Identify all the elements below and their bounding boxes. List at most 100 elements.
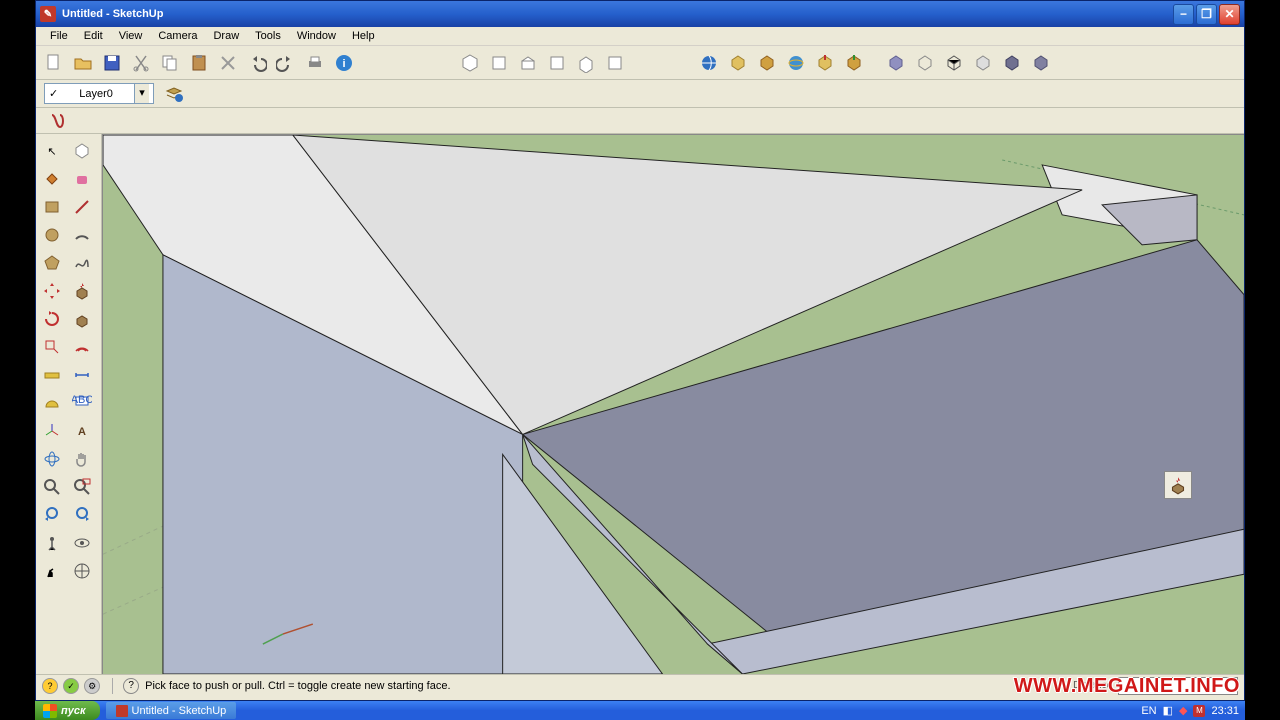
axes-tool[interactable] (38, 418, 66, 444)
delete-button[interactable] (214, 49, 242, 77)
menu-window[interactable]: Window (289, 28, 344, 44)
status-icon-2[interactable]: ✓ (63, 678, 79, 694)
menu-draw[interactable]: Draw (205, 28, 247, 44)
walk-tool[interactable] (38, 558, 66, 584)
model-canvas (103, 135, 1244, 674)
wireframe-button[interactable] (940, 49, 968, 77)
select-tool[interactable]: ↖ (38, 138, 66, 164)
place-model-button[interactable] (811, 49, 839, 77)
pushpull-tool[interactable] (68, 278, 96, 304)
previous-view-tool[interactable] (38, 502, 66, 528)
polygon-tool[interactable] (38, 250, 66, 276)
start-button[interactable]: пуск (35, 701, 100, 720)
app-window: ✎ Untitled - SketchUp − ❐ ✕ File Edit Vi… (35, 0, 1245, 701)
front-view-button[interactable] (485, 49, 513, 77)
top-view-button[interactable] (514, 49, 542, 77)
shaded-button[interactable] (998, 49, 1026, 77)
maximize-button[interactable]: ❐ (1196, 4, 1217, 25)
taskbar-app-icon (116, 705, 128, 717)
right-view-button[interactable] (543, 49, 571, 77)
print-button[interactable] (301, 49, 329, 77)
zoom-window-tool[interactable] (68, 474, 96, 500)
taskbar-app-item[interactable]: Untitled - SketchUp (106, 702, 237, 719)
look-around-tool[interactable] (68, 530, 96, 556)
undo-button[interactable] (243, 49, 271, 77)
next-view-tool[interactable] (68, 502, 96, 528)
tray-icon-2[interactable]: ◆ (1179, 704, 1187, 717)
layer-dropdown[interactable]: ✓ Layer0 ▾ (44, 83, 154, 104)
menu-tools[interactable]: Tools (247, 28, 289, 44)
plugin-button[interactable] (44, 107, 72, 135)
drawing-toolbar: ↖ ABC A (36, 134, 102, 674)
help-hint-icon[interactable]: ? (123, 678, 139, 694)
3dtext-tool[interactable]: A (68, 418, 96, 444)
arc-tool[interactable] (68, 222, 96, 248)
standard-toolbar: i (36, 46, 1244, 80)
titlebar: ✎ Untitled - SketchUp − ❐ ✕ (36, 1, 1244, 27)
followme-tool[interactable] (68, 306, 96, 332)
save-file-button[interactable] (98, 49, 126, 77)
scale-tool[interactable] (38, 334, 66, 360)
iso-view-button[interactable] (456, 49, 484, 77)
menu-edit[interactable]: Edit (76, 28, 111, 44)
move-tool[interactable] (38, 278, 66, 304)
shaded-textures-button[interactable] (1027, 49, 1055, 77)
system-tray: EN ◧ ◆ M 23:31 (1135, 704, 1245, 717)
offset-tool[interactable] (68, 334, 96, 360)
paste-button[interactable] (185, 49, 213, 77)
orbit-tool[interactable] (38, 446, 66, 472)
rotate-tool[interactable] (38, 306, 66, 332)
google-earth-button[interactable] (782, 49, 810, 77)
protractor-tool[interactable] (38, 390, 66, 416)
menubar: File Edit View Camera Draw Tools Window … (36, 27, 1244, 46)
left-view-button[interactable] (601, 49, 629, 77)
back-view-button[interactable] (572, 49, 600, 77)
copy-button[interactable] (156, 49, 184, 77)
freehand-tool[interactable] (68, 250, 96, 276)
preview-ge-button[interactable] (840, 49, 868, 77)
model-info-button[interactable]: i (330, 49, 358, 77)
plugins-toolbar (36, 108, 1244, 134)
layer-manager-button[interactable] (160, 80, 188, 108)
taskbar-app-label: Untitled - SketchUp (132, 705, 227, 717)
menu-view[interactable]: View (111, 28, 151, 44)
text-tool[interactable]: ABC (68, 390, 96, 416)
eraser-tool[interactable] (68, 166, 96, 192)
menu-camera[interactable]: Camera (150, 28, 205, 44)
zoom-tool[interactable] (38, 474, 66, 500)
get-models-button[interactable] (695, 49, 723, 77)
status-icon-1[interactable]: ? (42, 678, 58, 694)
tray-icon-3[interactable]: M (1193, 705, 1205, 717)
dimension-tool[interactable] (68, 362, 96, 388)
pan-tool[interactable] (68, 446, 96, 472)
svg-text:i: i (342, 58, 345, 70)
share-model-button[interactable] (724, 49, 752, 77)
tray-icon-1[interactable]: ◧ (1163, 704, 1173, 717)
rectangle-tool[interactable] (38, 194, 66, 220)
circle-tool[interactable] (38, 222, 66, 248)
svg-text:ABC: ABC (72, 394, 92, 406)
status-icon-3[interactable]: ⚙ (84, 678, 100, 694)
minimize-button[interactable]: − (1173, 4, 1194, 25)
paint-bucket-tool[interactable] (38, 166, 66, 192)
new-file-button[interactable] (40, 49, 68, 77)
cut-button[interactable] (127, 49, 155, 77)
hidden-line-button[interactable] (969, 49, 997, 77)
line-tool[interactable] (68, 194, 96, 220)
make-component-tool[interactable] (68, 138, 96, 164)
close-button[interactable]: ✕ (1219, 4, 1240, 25)
menu-file[interactable]: File (42, 28, 76, 44)
xray-button[interactable] (882, 49, 910, 77)
svg-text:A: A (78, 426, 86, 438)
redo-button[interactable] (272, 49, 300, 77)
3d-warehouse-button[interactable] (753, 49, 781, 77)
clock[interactable]: 23:31 (1211, 705, 1239, 717)
back-edges-button[interactable] (911, 49, 939, 77)
menu-help[interactable]: Help (344, 28, 383, 44)
tape-measure-tool[interactable] (38, 362, 66, 388)
language-indicator[interactable]: EN (1141, 705, 1156, 717)
position-camera-tool[interactable] (38, 530, 66, 556)
open-file-button[interactable] (69, 49, 97, 77)
3d-viewport[interactable] (102, 134, 1244, 674)
section-plane-tool[interactable] (68, 558, 96, 584)
